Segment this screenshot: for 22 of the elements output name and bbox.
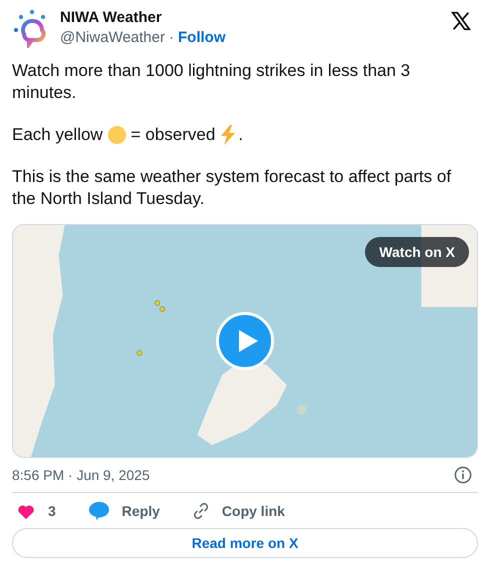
link-icon (192, 502, 210, 520)
x-logo-icon[interactable] (450, 10, 472, 32)
tweet-text: This is the same weather system forecast to affect parts of the North Island Tuesday. (12, 166, 452, 210)
watch-on-x-button[interactable]: Watch on X (365, 237, 469, 267)
author-name[interactable]: NIWA Weather (60, 9, 442, 26)
tweet-text: Watch more than 1000 lightning strikes in less than 3 minutes. (12, 60, 412, 104)
tweet-text: Each yellow (12, 124, 103, 146)
tweet-text: = observed (130, 124, 216, 146)
follow-link[interactable]: Follow (178, 29, 226, 46)
info-icon[interactable] (454, 466, 472, 484)
lightning-icon (220, 125, 236, 145)
read-more-button[interactable]: Read more on X (12, 528, 478, 558)
speech-bubble-icon (88, 501, 110, 521)
timestamp[interactable]: 8:56 PM · Jun 9, 2025 (12, 467, 150, 483)
author-handle[interactable]: @NiwaWeather (60, 29, 165, 46)
play-icon (236, 329, 258, 353)
tweet-text: . (238, 124, 244, 146)
like-button[interactable]: 3 (12, 501, 60, 521)
separator: · (169, 29, 174, 46)
copy-link-button[interactable]: Copy link (188, 501, 289, 521)
reply-button[interactable]: Reply (84, 501, 164, 521)
circle-icon (108, 126, 126, 144)
